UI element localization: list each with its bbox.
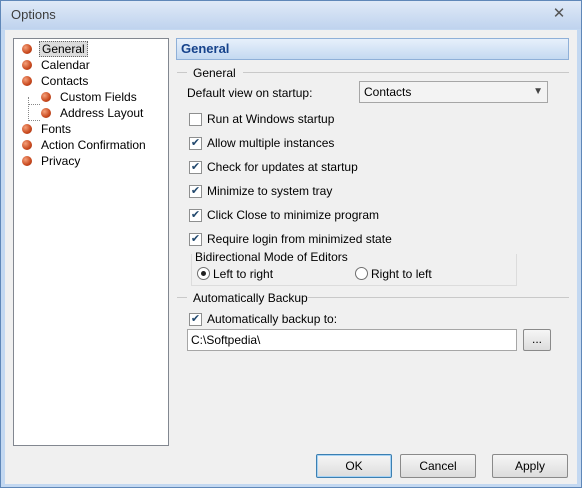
bullet-icon xyxy=(22,156,32,166)
browse-button[interactable]: ... xyxy=(523,329,551,351)
checkbox-label: Automatically backup to: xyxy=(207,312,338,326)
bullet-icon xyxy=(41,108,51,118)
bullet-icon xyxy=(41,92,51,102)
close-icon[interactable]: ✕ xyxy=(551,6,567,22)
radio-label: Left to right xyxy=(213,267,274,281)
page-title: General xyxy=(176,38,569,60)
tree-connector xyxy=(28,104,40,105)
radio-dot xyxy=(201,271,206,276)
checkmark-icon: ✔ xyxy=(189,185,202,198)
bullet-icon xyxy=(22,60,32,70)
bullet-icon xyxy=(22,76,32,86)
radio-circle xyxy=(355,267,368,280)
default-view-label: Default view on startup: xyxy=(187,86,313,100)
tree-item-label: Custom Fields xyxy=(60,90,137,104)
checkbox-label: Allow multiple instances xyxy=(207,136,335,150)
ok-button[interactable]: OK xyxy=(316,454,392,478)
divider xyxy=(243,72,569,73)
tree-item-label: Action Confirmation xyxy=(41,138,146,152)
default-view-value: Contacts xyxy=(364,85,412,99)
options-window: Options ✕ General Calendar Contacts Cust… xyxy=(0,0,582,488)
checkmark-icon: ✔ xyxy=(189,209,202,222)
options-tree[interactable]: General Calendar Contacts Custom Fields … xyxy=(13,38,169,446)
divider xyxy=(177,72,187,73)
tree-item-label: Contacts xyxy=(41,74,89,88)
checkmark-icon: ✔ xyxy=(189,161,202,174)
divider xyxy=(177,297,187,298)
checkbox-label: Minimize to system tray xyxy=(207,184,333,198)
backup-group-label: Automatically Backup xyxy=(193,291,308,305)
radio-circle xyxy=(197,267,210,280)
bullet-icon xyxy=(22,140,32,150)
tree-item-label: General xyxy=(39,41,88,57)
checkmark-icon: ✔ xyxy=(189,137,202,150)
checkbox-label: Require login from minimized state xyxy=(207,232,392,246)
checkbox-label: Check for updates at startup xyxy=(207,160,358,174)
window-title: Options xyxy=(11,7,56,22)
bullet-icon xyxy=(22,44,32,54)
tree-item-label: Calendar xyxy=(41,58,90,72)
bidi-group-label: Bidirectional Mode of Editors xyxy=(195,250,348,264)
bullet-icon xyxy=(22,124,32,134)
title-bar[interactable]: Options ✕ xyxy=(1,1,581,29)
backup-path-input[interactable]: C:\Softpedia\ xyxy=(187,329,517,351)
radio-label: Right to left xyxy=(371,267,432,281)
divider xyxy=(307,297,569,298)
checkmark-icon: ✔ xyxy=(189,313,202,326)
checkmark-icon: ✔ xyxy=(189,233,202,246)
tree-item-label: Fonts xyxy=(41,122,72,136)
cancel-button[interactable]: Cancel xyxy=(400,454,476,478)
default-view-select[interactable]: Contacts ▼ xyxy=(359,81,548,103)
checkbox-label: Click Close to minimize program xyxy=(207,208,380,222)
tree-item-label: Privacy xyxy=(41,154,81,168)
checkbox-box xyxy=(189,113,202,126)
tree-item-label: Address Layout xyxy=(60,106,144,120)
chevron-down-icon: ▼ xyxy=(533,86,543,97)
checkbox-label: Run at Windows startup xyxy=(207,112,335,126)
dialog-client-area: General Calendar Contacts Custom Fields … xyxy=(5,30,577,484)
tree-connector xyxy=(28,97,29,121)
general-group-label: General xyxy=(193,66,236,80)
apply-button[interactable]: Apply xyxy=(492,454,568,478)
